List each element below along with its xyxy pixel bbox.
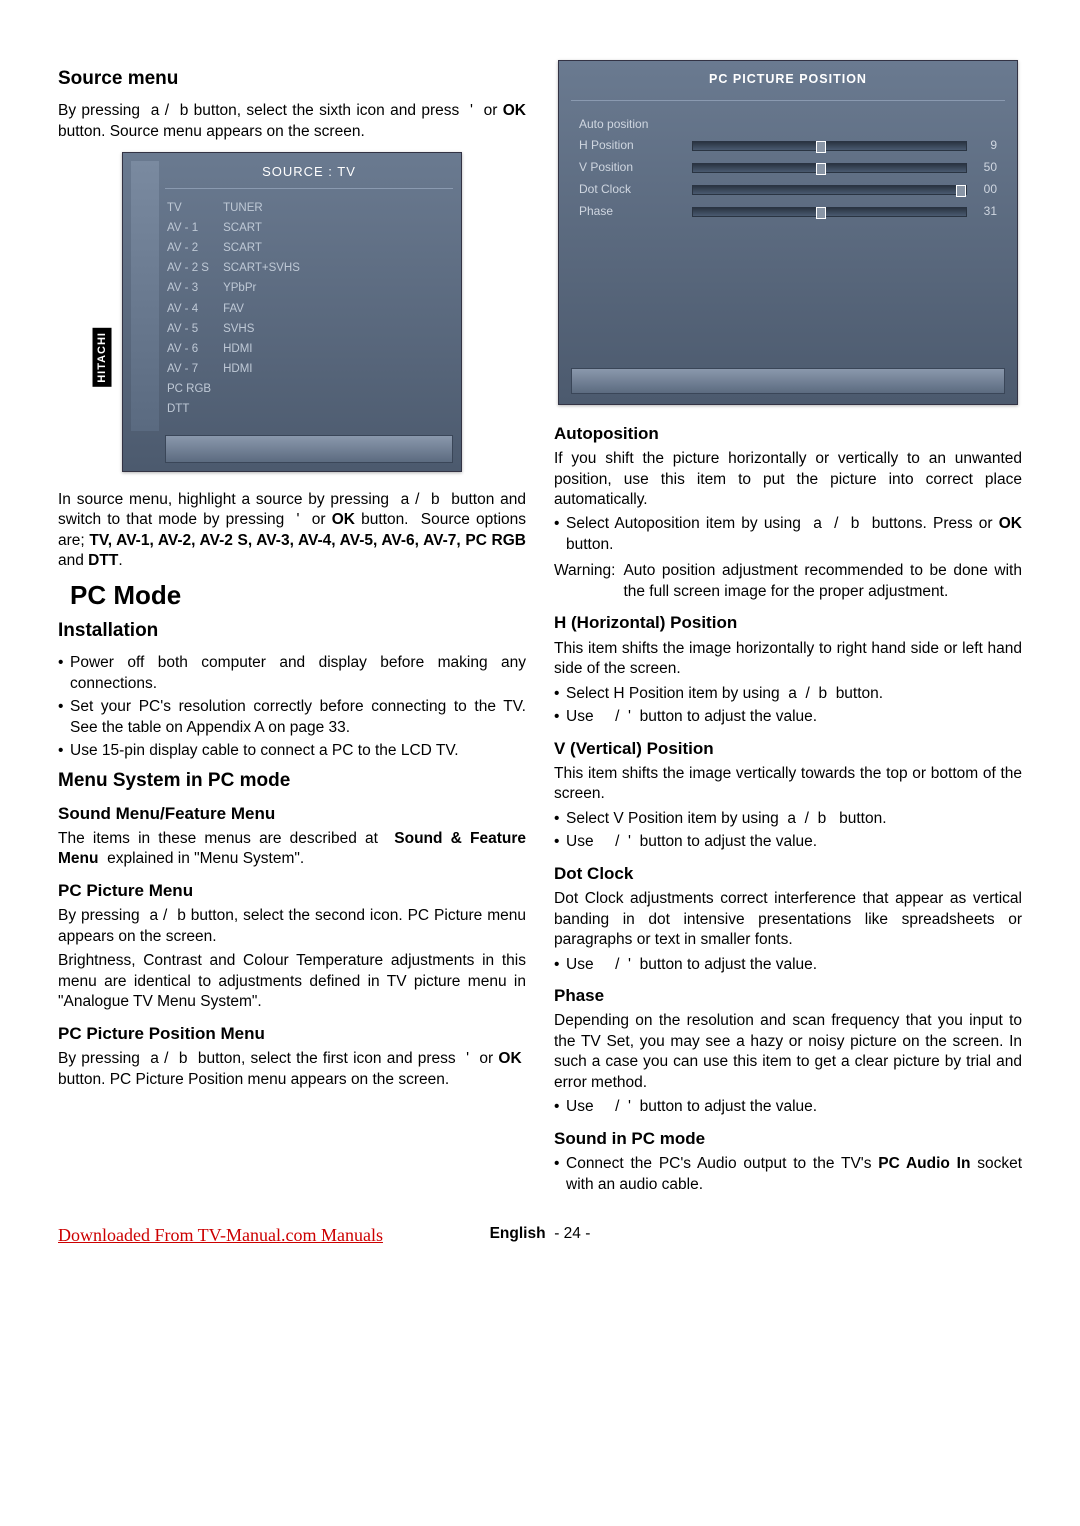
para-dot-clock: Dot Clock adjustments correct interferen… (554, 889, 1022, 950)
bullet-item: •Use / ' button to adjust the value. (554, 1097, 1022, 1117)
two-column-layout: Source menu By pressing a / b button, se… (58, 60, 1022, 1198)
bullet-item: •Use 15-pin display cable to connect a P… (58, 741, 526, 761)
source-row: AV - 5SVHS (167, 320, 310, 338)
warning-note: Warning: Auto position adjustment recomm… (554, 561, 1022, 602)
osd-footer-bar (571, 368, 1005, 394)
bullet-item: •Select H Position item by using a / b b… (554, 684, 1022, 704)
source-row: AV - 6HDMI (167, 340, 310, 358)
bullet-item: •Use / ' button to adjust the value. (554, 707, 1022, 727)
para-phase: Depending on the resolution and scan fre… (554, 1011, 1022, 1093)
bullet-item: •Use / ' button to adjust the value. (554, 832, 1022, 852)
brand-logo: HITACHI (93, 328, 112, 387)
heading-installation: Installation (58, 618, 526, 643)
source-row: TVTUNER (167, 199, 310, 217)
para-source-intro: By pressing a / b button, select the six… (58, 101, 526, 142)
source-row: AV - 2SCART (167, 239, 310, 257)
osd-pc-position-window: PC PICTURE POSITION Auto position H Posi… (558, 60, 1018, 405)
slider-bar (692, 141, 967, 151)
heading-phase: Phase (554, 985, 1022, 1007)
osd-title: PC PICTURE POSITION (571, 71, 1005, 88)
para-v-position: This item shifts the image vertically to… (554, 764, 1022, 805)
osd-row-phase: Phase 31 (579, 204, 997, 220)
source-row: AV - 3YPbPr (167, 280, 310, 298)
right-column: PC PICTURE POSITION Auto position H Posi… (554, 60, 1022, 1198)
heading-sound-feature: Sound Menu/Feature Menu (58, 803, 526, 825)
bullet-item: •Select Autoposition item by using a / b… (554, 514, 1022, 555)
para-pc-picture-2: Brightness, Contrast and Colour Temperat… (58, 951, 526, 1012)
page-footer: Downloaded From TV-Manual.com Manuals En… (58, 1224, 1022, 1244)
source-row: AV - 2 SSCART+SVHS (167, 260, 310, 278)
heading-autoposition: Autoposition (554, 423, 1022, 445)
bullet-item: •Use / ' button to adjust the value. (554, 955, 1022, 975)
heading-pc-picture-menu: PC Picture Menu (58, 880, 526, 902)
heading-pc-mode: PC Mode (70, 578, 526, 612)
para-pc-picture-position: By pressing a / b button, select the fir… (58, 1049, 526, 1090)
heading-sound-pc: Sound in PC mode (554, 1128, 1022, 1150)
para-pc-picture-1: By pressing a / b button, select the sec… (58, 906, 526, 947)
para-source-options: In source menu, highlight a source by pr… (58, 490, 526, 572)
osd-row-dotclock: Dot Clock 00 (579, 182, 997, 198)
download-source-link[interactable]: Downloaded From TV-Manual.com Manuals (58, 1224, 383, 1248)
source-row: AV - 1SCART (167, 219, 310, 237)
bullet-item: •Select V Position item by using a / b b… (554, 809, 1022, 829)
heading-h-position: H (Horizontal) Position (554, 612, 1022, 634)
para-h-position: This item shifts the image horizontally … (554, 639, 1022, 680)
heading-source-menu: Source menu (58, 66, 526, 91)
source-row: AV - 7HDMI (167, 361, 310, 379)
heading-dot-clock: Dot Clock (554, 863, 1022, 885)
slider-bar (692, 207, 967, 217)
left-column: Source menu By pressing a / b button, se… (58, 60, 526, 1198)
para-autoposition: If you shift the picture horizontally or… (554, 449, 1022, 510)
footer-language: English (490, 1225, 546, 1242)
para-sound-feature: The items in these menus are described a… (58, 829, 526, 870)
footer-page-number: - 24 - (554, 1225, 590, 1242)
osd-row-vposition: V Position 50 (579, 160, 997, 176)
osd-title: SOURCE : TV (165, 163, 453, 180)
osd-footer-bar (165, 435, 453, 463)
source-row: PC RGB (167, 381, 310, 399)
osd-row-autoposition: Auto position (579, 117, 997, 133)
bullet-item: •Set your PC's resolution correctly befo… (58, 697, 526, 738)
slider-bar (692, 163, 967, 173)
slider-bar (692, 185, 967, 195)
bullet-item: •Power off both computer and display bef… (58, 653, 526, 694)
osd-row-hposition: H Position 9 (579, 138, 997, 154)
osd-source-list: TVTUNER AV - 1SCART AV - 2SCART AV - 2 S… (165, 197, 312, 421)
heading-menu-system-pc: Menu System in PC mode (58, 768, 526, 793)
heading-v-position: V (Vertical) Position (554, 738, 1022, 760)
osd-source-window: HITACHI SOURCE : TV TVTUNER AV - 1SCART … (122, 152, 462, 472)
heading-pc-picture-position: PC Picture Position Menu (58, 1023, 526, 1045)
source-row: DTT (167, 401, 310, 419)
bullet-item: •Connect the PC's Audio output to the TV… (554, 1154, 1022, 1195)
source-row: AV - 4FAV (167, 300, 310, 318)
